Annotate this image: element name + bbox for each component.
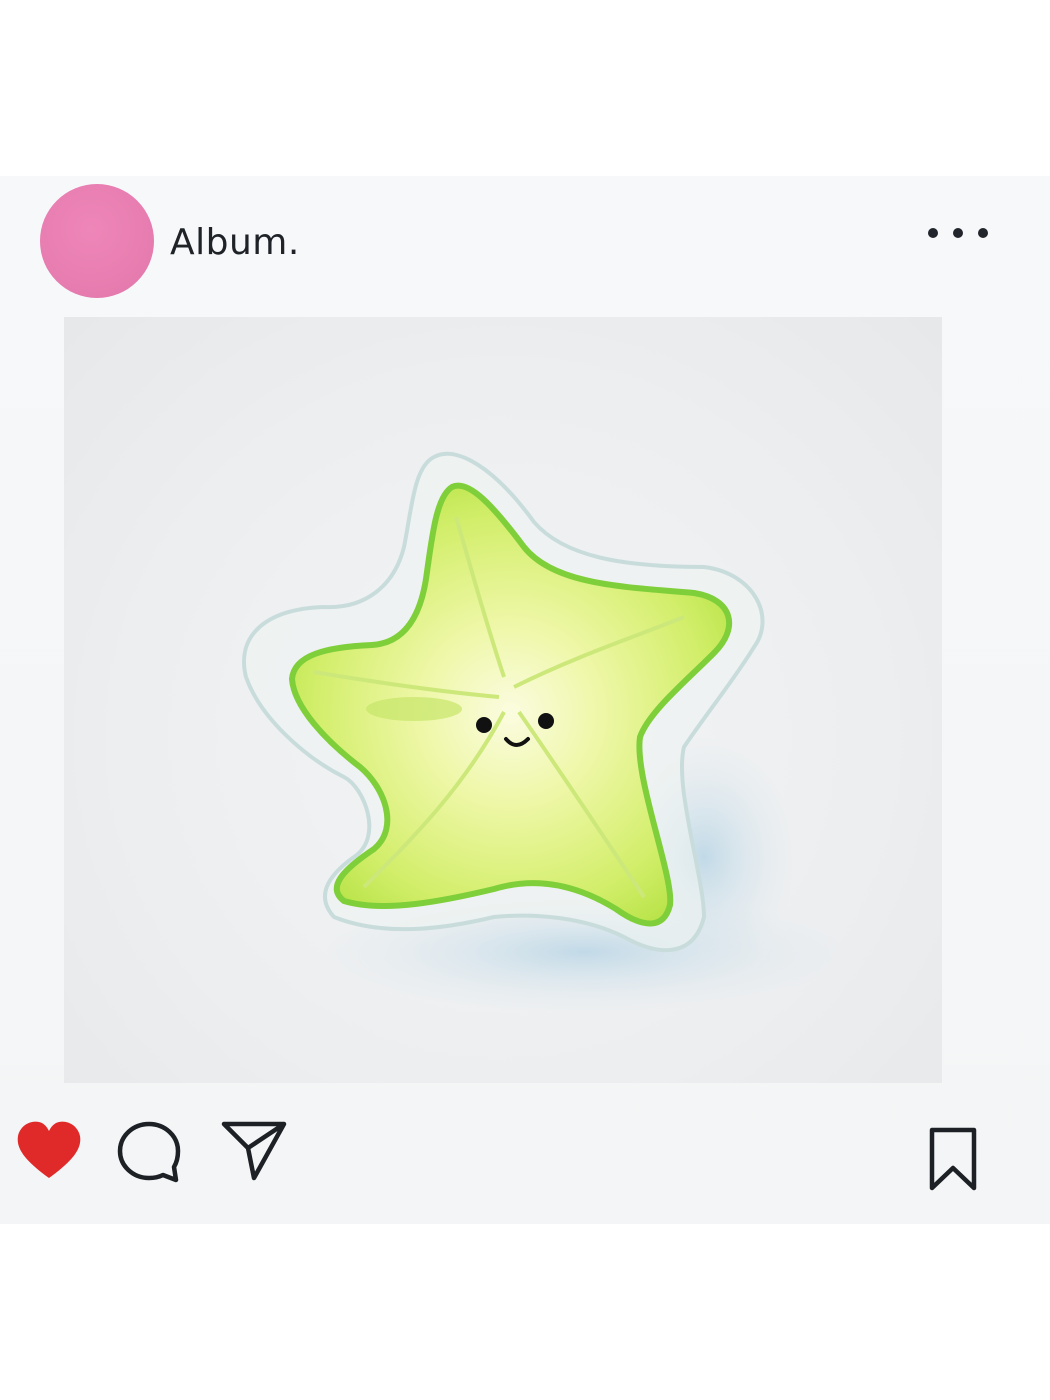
post-header: Album. — [0, 176, 1050, 316]
post-actions-bar — [0, 1116, 1050, 1196]
like-button[interactable] — [14, 1120, 84, 1186]
post-photo[interactable] — [64, 317, 942, 1083]
post-username[interactable]: Album. — [170, 222, 300, 263]
more-dots-icon — [928, 228, 938, 238]
more-dot — [953, 228, 963, 238]
more-dot — [978, 228, 988, 238]
comment-button[interactable] — [116, 1120, 182, 1188]
share-button[interactable] — [220, 1118, 288, 1188]
send-paper-plane-icon — [221, 1121, 287, 1181]
heart-icon — [17, 1121, 81, 1178]
save-button[interactable] — [926, 1126, 980, 1196]
comment-bubble-icon — [117, 1121, 181, 1183]
avatar[interactable] — [40, 184, 154, 298]
starfruit-pin-image — [242, 451, 844, 1012]
bookmark-icon — [929, 1127, 977, 1191]
more-options-button[interactable] — [928, 218, 988, 248]
post-card: Album. — [0, 176, 1050, 1224]
